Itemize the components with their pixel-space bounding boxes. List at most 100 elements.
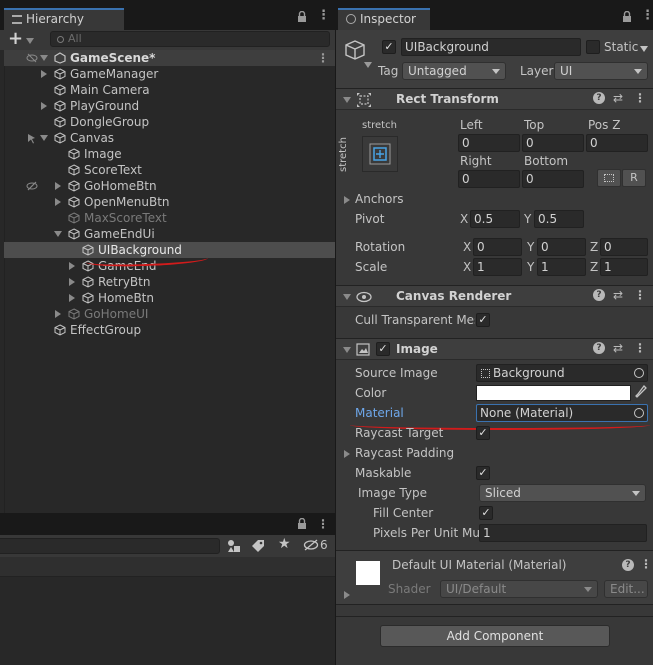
visibility-icon[interactable] (26, 52, 38, 64)
expand-arrow-icon[interactable] (55, 198, 61, 206)
tag-dropdown[interactable]: Untagged (402, 62, 506, 80)
collapse-arrow-icon[interactable] (40, 135, 48, 141)
layer-dropdown[interactable]: UI (554, 62, 648, 80)
expand-arrow-icon[interactable] (40, 55, 48, 61)
search-input[interactable]: All (50, 31, 330, 47)
label-tag-icon[interactable] (250, 538, 268, 554)
expand-arrow-icon[interactable] (69, 262, 75, 270)
color-swatch[interactable] (476, 385, 631, 401)
hierarchy-item[interactable]: MaxScoreText (4, 210, 335, 226)
static-dropdown-icon[interactable] (640, 46, 648, 52)
help-icon[interactable]: ? (593, 92, 605, 104)
source-image-field[interactable]: Background (476, 364, 648, 382)
kebab-menu-icon[interactable]: ⋮ (317, 517, 329, 531)
scene-row[interactable]: GameScene* ⋮ (4, 50, 335, 66)
material-expand-icon[interactable] (344, 591, 350, 599)
icon-dropdown-icon[interactable] (364, 62, 372, 68)
rect-transform-header[interactable]: Rect Transform ? ⇄ ⋮ (336, 88, 653, 110)
chevron-down-icon[interactable] (26, 38, 34, 44)
lock-icon[interactable] (297, 10, 307, 26)
rot-y-field[interactable]: 0 (537, 238, 586, 256)
object-picker-icon[interactable] (634, 408, 644, 418)
scale-z-field[interactable]: 1 (600, 258, 648, 276)
hierarchy-item[interactable]: HomeBtn (4, 290, 335, 306)
pivot-y-field[interactable]: 0.5 (534, 210, 584, 228)
kebab-menu-icon[interactable]: ⋮ (317, 9, 330, 22)
rot-z-field[interactable]: 0 (600, 238, 648, 256)
raycast-padding-expand-icon[interactable] (344, 450, 350, 458)
image-type-dropdown[interactable]: Sliced (479, 484, 646, 502)
hierarchy-item[interactable]: EffectGroup (4, 322, 335, 338)
collapse-arrow-icon[interactable] (343, 294, 351, 300)
hidden-eye-icon[interactable] (303, 538, 319, 555)
pivot-x-field[interactable]: 0.5 (470, 210, 520, 228)
lock-icon[interactable] (622, 10, 632, 26)
preset-sliders-icon[interactable]: ⇄ (613, 341, 623, 355)
expand-arrow-icon[interactable] (41, 102, 47, 110)
maskable-checkbox[interactable]: ✓ (476, 466, 490, 480)
hierarchy-item[interactable]: DongleGroup (4, 114, 335, 130)
anchors-expand-icon[interactable] (344, 196, 350, 204)
favorite-star-icon[interactable]: ★ (278, 536, 291, 552)
tab-inspector[interactable]: Inspector (338, 8, 430, 30)
top-field[interactable]: 0 (522, 134, 584, 152)
add-icon[interactable]: + (8, 30, 23, 48)
hierarchy-item[interactable]: OpenMenuBtn (4, 194, 335, 210)
help-icon[interactable]: ? (593, 289, 605, 301)
cull-checkbox[interactable]: ✓ (476, 313, 490, 327)
expand-arrow-icon[interactable] (41, 70, 47, 78)
left-field[interactable]: 0 (458, 134, 520, 152)
hierarchy-item[interactable]: GoHomeBtn (4, 178, 335, 194)
kebab-menu-icon[interactable]: ⋮ (634, 91, 646, 105)
preset-sliders-icon[interactable]: ⇄ (613, 91, 623, 105)
kebab-menu-icon[interactable]: ⋮ (634, 341, 646, 355)
eyedropper-icon[interactable] (635, 385, 647, 402)
raw-edit-button[interactable]: R (622, 169, 646, 187)
kebab-menu-icon[interactable]: ⋮ (634, 288, 646, 302)
hierarchy-item[interactable]: Image (4, 146, 335, 162)
hierarchy-item[interactable]: ScoreText (4, 162, 335, 178)
anchors-label[interactable]: Anchors (355, 192, 404, 206)
fill-center-checkbox[interactable]: ✓ (479, 506, 493, 520)
shader-edit-button[interactable]: Edit... (604, 580, 648, 598)
object-name-field[interactable]: UIBackground (401, 38, 581, 56)
expand-arrow-icon[interactable] (69, 294, 75, 302)
right-field[interactable]: 0 (458, 170, 520, 188)
raycast-target-checkbox[interactable]: ✓ (476, 426, 490, 440)
rot-x-field[interactable]: 0 (473, 238, 522, 256)
kebab-menu-icon[interactable]: ⋮ (640, 557, 652, 571)
scale-y-field[interactable]: 1 (537, 258, 586, 276)
static-checkbox[interactable] (586, 40, 600, 54)
hierarchy-item[interactable]: Canvas (4, 130, 335, 146)
posz-field[interactable]: 0 (586, 134, 648, 152)
scale-x-field[interactable]: 1 (473, 258, 522, 276)
hierarchy-item[interactable]: Main Camera (4, 82, 335, 98)
ppu-field[interactable]: 1 (479, 524, 647, 542)
hierarchy-item[interactable]: GameManager (4, 66, 335, 82)
help-icon[interactable]: ? (593, 342, 605, 354)
bottom-field[interactable]: 0 (522, 170, 584, 188)
preset-sliders-icon[interactable]: ⇄ (613, 288, 623, 302)
lock-icon[interactable] (297, 517, 307, 533)
expand-arrow-icon[interactable] (55, 310, 61, 318)
expand-arrow-icon[interactable] (69, 278, 75, 286)
help-icon[interactable]: ? (622, 559, 634, 571)
canvas-renderer-header[interactable]: Canvas Renderer ? ⇄ ⋮ (336, 285, 653, 307)
kebab-menu-icon[interactable]: ⋮ (641, 9, 653, 22)
expand-arrow-icon[interactable] (55, 182, 61, 190)
active-checkbox[interactable]: ✓ (382, 40, 396, 54)
add-component-button[interactable]: Add Component (380, 625, 610, 647)
hierarchy-item[interactable]: GoHomeUI (4, 306, 335, 322)
hierarchy-item[interactable]: PlayGround (4, 98, 335, 114)
gameobject-cube-icon[interactable] (344, 39, 366, 64)
kebab-menu-icon[interactable]: ⋮ (317, 50, 329, 66)
hierarchy-item[interactable]: GameEndUi (4, 226, 335, 242)
raycast-padding-label[interactable]: Raycast Padding (355, 446, 454, 460)
filter-type-icon[interactable] (226, 538, 242, 554)
image-header[interactable]: ✓ Image ? ⇄ ⋮ (336, 338, 653, 360)
collapse-arrow-icon[interactable] (343, 347, 351, 353)
object-picker-icon[interactable] (634, 368, 644, 378)
blueprint-mode-button[interactable] (597, 169, 621, 187)
collapse-arrow-icon[interactable] (54, 231, 62, 237)
project-search-input[interactable] (0, 538, 220, 554)
